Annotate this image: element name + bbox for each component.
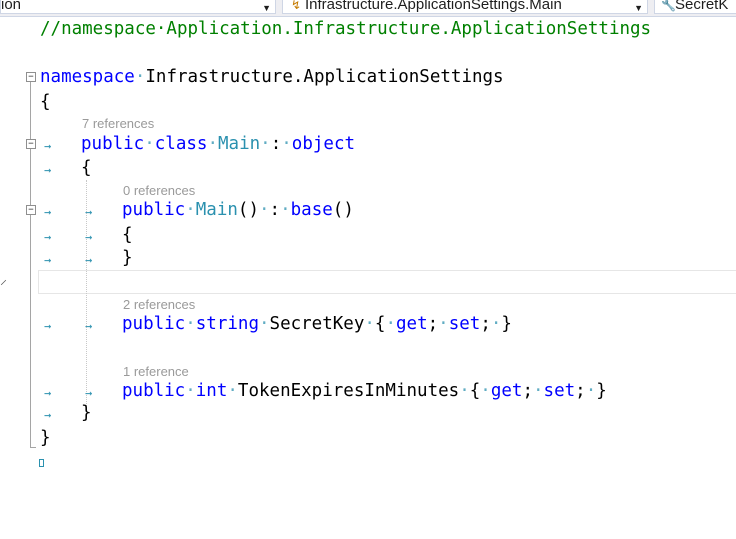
keyword-namespace: namespace — [40, 67, 135, 87]
tab-arrow-icon: → — [44, 408, 52, 422]
keyword-get: get — [396, 314, 428, 334]
brace: { — [374, 314, 386, 334]
tab-arrow-icon: → — [44, 230, 52, 244]
class-icon: ↯ — [291, 0, 302, 12]
colon: : — [270, 134, 282, 154]
tab-arrow-icon: → — [44, 386, 52, 400]
code-class-line: public·class·Main·:·object — [81, 134, 356, 154]
keyword-string: string — [195, 314, 259, 334]
project-dropdown[interactable]: ion ▼ — [0, 0, 276, 14]
parens: () — [237, 200, 259, 220]
keyword-int: int — [195, 381, 228, 401]
member-dropdown[interactable]: 🔧SecretK — [654, 0, 736, 14]
code-token-line: public·int·TokenExpiresInMinutes·{·get;·… — [122, 381, 607, 401]
collapse-namespace-icon[interactable]: − — [26, 72, 36, 82]
brace: } — [596, 381, 607, 401]
semicolon: ; — [575, 381, 586, 401]
code-brace: } — [40, 428, 51, 448]
codelens-ctor-references[interactable]: 0 references — [123, 183, 195, 198]
collapse-class-icon[interactable]: − — [26, 139, 36, 149]
codelens-class-references[interactable]: 7 references — [82, 116, 154, 131]
margin-marker: ⸝ — [0, 272, 7, 288]
type-dropdown[interactable]: ↯ Infrastructure.ApplicationSettings.Main… — [282, 0, 648, 14]
code-brace: } — [122, 248, 133, 268]
wrench-icon: 🔧 — [661, 0, 676, 12]
code-brace: { — [81, 158, 92, 178]
keyword-public: public — [122, 200, 186, 220]
codelens-secret-references[interactable]: 2 references — [123, 297, 195, 312]
current-line-highlight — [38, 270, 736, 294]
keyword-set: set — [543, 381, 576, 401]
semicolon: ; — [522, 381, 533, 401]
codelens-token-references[interactable]: 1 reference — [123, 364, 189, 379]
code-brace: { — [122, 225, 133, 245]
semicolon: ; — [427, 314, 439, 334]
member-dropdown-label: SecretK — [675, 0, 729, 13]
code-ctor-line: public·Main()·:·base() — [122, 200, 354, 220]
ctor-name: Main — [195, 200, 238, 220]
tab-arrow-icon: → — [85, 253, 93, 267]
base-type: object — [291, 134, 356, 154]
code-secretkey-line: public·string·SecretKey·{·get;·set;·} — [122, 314, 512, 334]
type-dropdown-label: Infrastructure.ApplicationSettings.Main — [305, 0, 562, 13]
property-name: SecretKey — [269, 314, 365, 334]
class-name: Main — [218, 134, 261, 154]
editor-navigation-bar: ion ▼ ↯ Infrastructure.ApplicationSetting… — [0, 0, 736, 17]
chevron-down-icon: ▼ — [262, 3, 271, 13]
tab-arrow-icon: → — [85, 205, 93, 219]
code-brace: } — [81, 403, 92, 423]
tab-arrow-icon: → — [44, 253, 52, 267]
outline-line-namespace-end — [30, 447, 36, 448]
keyword-set: set — [448, 314, 481, 334]
keyword-public: public — [122, 381, 186, 401]
keyword-public: public — [122, 314, 186, 334]
property-name: TokenExpiresInMinutes — [237, 381, 460, 401]
tab-arrow-icon: → — [85, 386, 93, 400]
code-comment-line: //namespace·Application.Infrastructure.A… — [40, 19, 652, 39]
keyword-class: class — [154, 134, 208, 154]
semicolon: ; — [480, 314, 491, 334]
collapse-constructor-icon[interactable]: − — [26, 205, 36, 215]
chevron-down-icon: ▼ — [634, 3, 643, 13]
tab-arrow-icon: → — [44, 319, 52, 333]
brace: { — [469, 381, 481, 401]
project-dropdown-label: ion — [1, 0, 22, 13]
tab-arrow-icon: → — [85, 230, 93, 244]
brace: } — [501, 314, 512, 334]
tab-arrow-icon: → — [44, 163, 52, 177]
code-brace: { — [40, 92, 51, 112]
colon: : — [269, 200, 281, 220]
parens: () — [332, 200, 354, 220]
tab-arrow-icon: → — [44, 139, 52, 153]
keyword-get: get — [490, 381, 523, 401]
end-of-file-marker — [39, 459, 44, 467]
tab-arrow-icon: → — [85, 319, 93, 333]
keyword-public: public — [81, 134, 145, 154]
outline-line-class — [30, 148, 31, 412]
keyword-base: base — [290, 200, 333, 220]
namespace-name: Infrastructure.ApplicationSettings — [145, 67, 504, 87]
tab-arrow-icon: → — [44, 205, 52, 219]
code-namespace-line: namespace·Infrastructure.ApplicationSett… — [40, 67, 504, 87]
